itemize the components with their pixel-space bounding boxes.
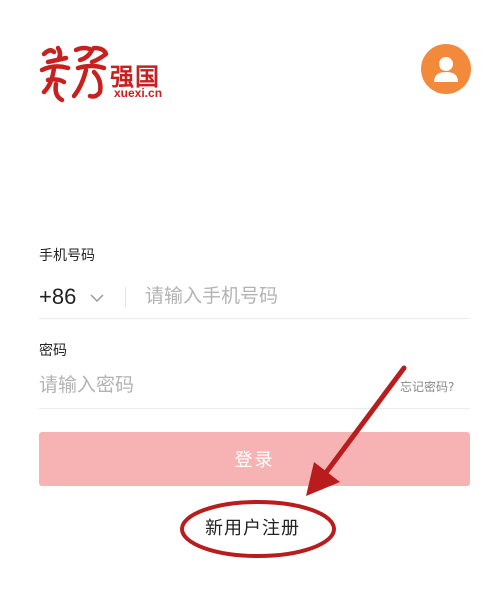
password-input[interactable]	[39, 370, 369, 400]
password-underline	[39, 408, 470, 409]
logo-domain: xuexi.cn	[114, 86, 163, 100]
country-code-selector[interactable]: +86	[39, 283, 104, 311]
chevron-down-icon	[90, 288, 104, 307]
phone-label: 手机号码	[39, 248, 95, 264]
forgot-password-link[interactable]: 忘记密码?	[400, 378, 454, 395]
password-label: 密码	[39, 343, 67, 359]
calligraphy-logo-icon	[39, 45, 109, 103]
register-link[interactable]: 新用户注册	[205, 514, 300, 540]
user-avatar-icon[interactable]	[421, 44, 471, 94]
phone-input[interactable]	[145, 281, 465, 311]
phone-underline	[39, 318, 470, 319]
field-divider	[125, 287, 126, 307]
xuexi-logo: 强国 xuexi.cn	[36, 40, 176, 106]
country-code: +86	[39, 284, 77, 309]
login-button[interactable]: 登录	[39, 432, 470, 486]
